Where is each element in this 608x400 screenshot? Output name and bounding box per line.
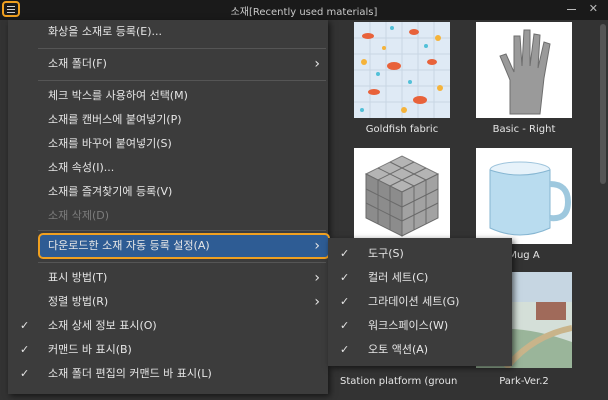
menu-item-label: 정렬 방법(R) — [48, 295, 109, 308]
menu-item-label: 소재 속성(I)... — [48, 161, 115, 174]
submenu-item-label: 오토 액션(A) — [368, 343, 429, 356]
menu-item-properties[interactable]: 소재 속성(I)... — [8, 156, 328, 180]
hand-thumbnail[interactable] — [476, 22, 572, 118]
checkmark-icon: ✓ — [340, 247, 350, 260]
menu-item-show-command-bar[interactable]: ✓ 커맨드 바 표시(B) — [8, 338, 328, 362]
menu-item-label: 소재를 즐겨찾기에 등록(V) — [48, 185, 173, 198]
checkmark-icon: ✓ — [340, 319, 350, 332]
minimize-icon[interactable] — [567, 9, 576, 10]
menu-item-label: 커맨드 바 표시(B) — [48, 343, 132, 356]
menu-item-select-checkbox[interactable]: 체크 박스를 사용하여 선택(M) — [8, 84, 328, 108]
context-menu: 화상을 소재로 등록(E)... 소재 폴더(F) › 체크 박스를 사용하여 선… — [8, 20, 330, 394]
menu-item-paste-canvas[interactable]: 소재를 캔버스에 붙여넣기(P) — [8, 108, 328, 132]
menu-item-label: 표시 방법(T) — [48, 271, 108, 284]
menu-divider — [38, 48, 326, 49]
submenu-item-gradient-sets[interactable]: ✓ 그라데이션 세트(G) — [328, 290, 512, 314]
material-label: Goldfish fabric — [365, 124, 439, 135]
chevron-right-icon: › — [314, 56, 320, 72]
submenu-item-auto-actions[interactable]: ✓ 오토 액션(A) — [328, 338, 512, 362]
goldfish-fabric-thumbnail[interactable] — [354, 22, 450, 118]
submenu-item-color-sets[interactable]: ✓ 컬러 세트(C) — [328, 266, 512, 290]
submenu-item-workspace[interactable]: ✓ 워크스페이스(W) — [328, 314, 512, 338]
checkmark-icon: ✓ — [340, 343, 350, 356]
submenu-item-label: 컬러 세트(C) — [368, 271, 429, 284]
menu-item-sort-method[interactable]: 정렬 방법(R) › — [8, 290, 328, 314]
checkmark-icon: ✓ — [20, 367, 30, 380]
menu-item-show-details[interactable]: ✓ 소재 상세 정보 표시(O) — [8, 314, 328, 338]
menu-item-delete: 소재 삭제(D) — [8, 204, 328, 228]
material-label: Basic - Right — [492, 124, 556, 135]
menu-item-label: 소재 폴더(F) — [48, 57, 107, 70]
menu-item-label: 체크 박스를 사용하여 선택(M) — [48, 89, 188, 102]
menu-divider — [38, 262, 326, 263]
checkmark-icon: ✓ — [20, 319, 30, 332]
menu-item-register-image[interactable]: 화상을 소재로 등록(E)... — [8, 20, 328, 44]
auto-register-submenu: ✓ 도구(S) ✓ 컬러 세트(C) ✓ 그라데이션 세트(G) ✓ 워크스페이스(W)… — [328, 238, 512, 366]
menu-item-auto-register[interactable]: 다운로드한 소재 자동 등록 설정(A) › — [8, 234, 328, 258]
menu-divider — [38, 80, 326, 81]
titlebar: 소재[Recently used materials] ✕ — [0, 0, 608, 20]
menu-item-label: 화상을 소재로 등록(E)... — [48, 25, 162, 38]
chevron-right-icon: › — [314, 238, 320, 254]
checkmark-icon: ✓ — [340, 295, 350, 308]
chevron-right-icon: › — [314, 294, 320, 310]
menu-item-label: 소재 상세 정보 표시(O) — [48, 319, 157, 332]
checkmark-icon: ✓ — [340, 271, 350, 284]
menu-divider — [38, 230, 326, 231]
menu-item-label: 소재 폴더 편집의 커맨드 바 표시(L) — [48, 367, 212, 380]
submenu-item-label: 그라데이션 세트(G) — [368, 295, 460, 308]
menu-item-display-method[interactable]: 표시 방법(T) › — [8, 266, 328, 290]
menu-item-label: 소재를 캔버스에 붙여넣기(P) — [48, 113, 182, 126]
close-icon[interactable]: ✕ — [589, 3, 598, 15]
scrollbar[interactable] — [600, 24, 606, 184]
submenu-item-label: 워크스페이스(W) — [368, 319, 449, 332]
material-label: Station platform (ground leve — [340, 376, 458, 387]
menu-item-label: 소재 삭제(D) — [48, 209, 110, 222]
material-label: Park-Ver.2 — [499, 376, 549, 387]
menu-item-replace-paste[interactable]: 소재를 바꾸어 붙여넣기(S) — [8, 132, 328, 156]
menu-item-label: 소재를 바꾸어 붙여넣기(S) — [48, 137, 172, 150]
menu-item-label: 다운로드한 소재 자동 등록 설정(A) — [48, 239, 210, 252]
window-title: 소재[Recently used materials] — [230, 7, 378, 18]
cube-thumbnail[interactable] — [354, 148, 450, 244]
submenu-item-tools[interactable]: ✓ 도구(S) — [328, 242, 512, 266]
checkmark-icon: ✓ — [20, 343, 30, 356]
mug-thumbnail[interactable] — [476, 148, 572, 244]
menu-item-show-folder-command-bar[interactable]: ✓ 소재 폴더 편집의 커맨드 바 표시(L) — [8, 362, 328, 386]
chevron-right-icon: › — [314, 270, 320, 286]
menu-item-material-folder[interactable]: 소재 폴더(F) › — [8, 52, 328, 76]
submenu-item-label: 도구(S) — [368, 247, 404, 260]
menu-item-add-favorite[interactable]: 소재를 즐겨찾기에 등록(V) — [8, 180, 328, 204]
